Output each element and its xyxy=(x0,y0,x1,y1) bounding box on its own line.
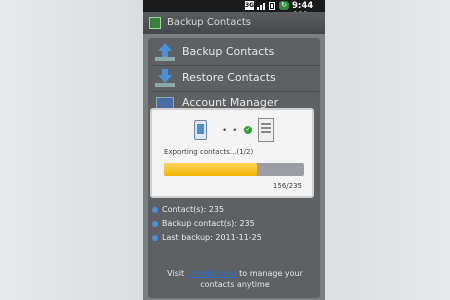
menu-item-account-manager[interactable]: Account Manager xyxy=(148,92,320,108)
sync-icon: ↻ xyxy=(279,1,289,10)
app-icon xyxy=(149,17,161,29)
battery-icon xyxy=(269,2,275,10)
title-bar: Backup Contacts xyxy=(143,12,325,34)
bullet-icon xyxy=(152,235,158,241)
info-last-backup: Last backup: 2011-11-25 xyxy=(152,233,262,243)
progress-status-text: Exporting contacts...(1/2) xyxy=(164,148,254,156)
check-icon: ✓ xyxy=(244,126,252,134)
footer-text: Visit i.netqin.com to manage your contac… xyxy=(167,269,303,289)
upload-icon xyxy=(155,43,175,61)
bullet-icon xyxy=(152,207,158,213)
info-backup-contacts: Backup contact(s): 235 xyxy=(152,219,255,229)
status-bar: 3G ↻ 9:44 AM xyxy=(143,0,325,21)
server-icon xyxy=(258,118,274,142)
account-icon xyxy=(155,95,175,108)
download-icon xyxy=(155,69,175,87)
export-progress-dialog: • • • ✓ Exporting contacts...(1/2) 156/2… xyxy=(150,108,314,198)
bullet-icon xyxy=(152,221,158,227)
phone-icon xyxy=(194,120,207,140)
signal-icon xyxy=(257,3,265,10)
progress-bar xyxy=(164,163,304,176)
info-contacts: Contact(s): 235 xyxy=(152,205,224,215)
progress-bar-fill xyxy=(164,163,257,176)
netqin-link[interactable]: i.netqin.com xyxy=(187,269,237,278)
page-title: Backup Contacts xyxy=(167,17,251,28)
menu-item-label: Account Manager xyxy=(182,96,279,108)
menu-item-label: Restore Contacts xyxy=(182,71,276,84)
menu-item-restore-contacts[interactable]: Restore Contacts xyxy=(148,66,320,90)
progress-count: 156/235 xyxy=(272,182,302,190)
menu-item-backup-contacts[interactable]: Backup Contacts xyxy=(148,40,320,64)
menu-item-label: Backup Contacts xyxy=(182,45,275,58)
network-3g-icon: 3G xyxy=(245,1,255,10)
